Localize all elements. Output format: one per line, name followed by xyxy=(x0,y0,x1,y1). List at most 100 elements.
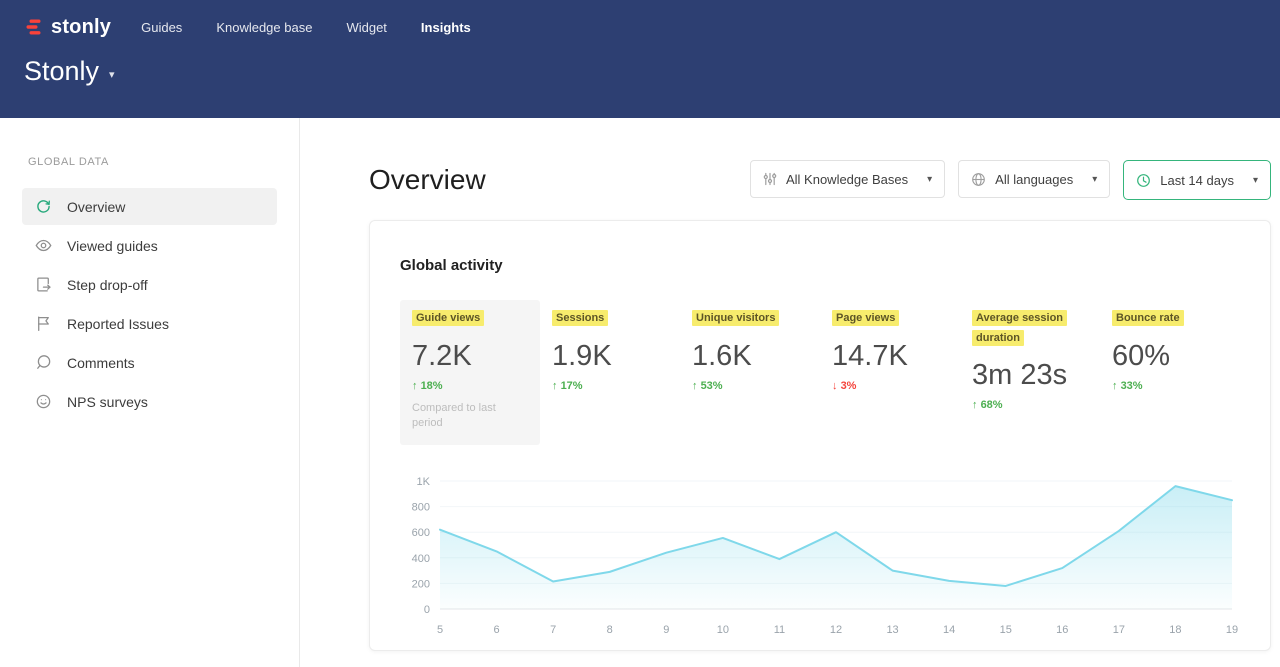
metric-label: Page views xyxy=(832,310,899,326)
metric-value: 60% xyxy=(1112,340,1228,373)
chevron-down-icon[interactable]: ▾ xyxy=(109,68,115,81)
metric-note: Compared to last period xyxy=(412,401,502,432)
svg-text:11: 11 xyxy=(774,624,785,636)
trend-arrow-icon: ↑ xyxy=(1112,380,1118,392)
svg-text:16: 16 xyxy=(1056,624,1068,636)
sidebar: GLOBAL DATA Overview Viewed guides xyxy=(0,118,300,667)
language-filter[interactable]: All languages ▾ xyxy=(958,160,1110,198)
sidebar-item-overview[interactable]: Overview xyxy=(22,188,277,225)
sidebar-item-label: Viewed guides xyxy=(67,238,158,254)
svg-text:6: 6 xyxy=(494,624,500,636)
sidebar-item-viewed-guides[interactable]: Viewed guides xyxy=(22,227,277,264)
nav-insights[interactable]: Insights xyxy=(419,14,473,41)
top-bar: stonly Guides Knowledge base Widget Insi… xyxy=(0,0,1280,118)
sidebar-item-nps-surveys[interactable]: NPS surveys xyxy=(22,383,277,420)
svg-text:0: 0 xyxy=(424,604,430,616)
metric-guide-views[interactable]: Guide views 7.2K ↑ 18% Compared to last … xyxy=(400,300,540,445)
main-content: Overview All Knowledge Bases ▾ xyxy=(300,118,1280,667)
metric-change: ↑ 17% xyxy=(552,380,668,392)
trend-arrow-icon: ↑ xyxy=(972,399,978,411)
card-title: Global activity xyxy=(400,257,1240,274)
nav-guides[interactable]: Guides xyxy=(139,14,184,41)
svg-text:600: 600 xyxy=(412,528,430,540)
global-activity-card: Global activity Guide views 7.2K ↑ 18% C… xyxy=(369,220,1271,651)
metric-average-session-duration[interactable]: Average session duration 3m 23s ↑ 68% xyxy=(960,300,1100,445)
sidebar-item-label: NPS surveys xyxy=(67,394,148,410)
chevron-down-icon: ▾ xyxy=(1092,174,1097,185)
trend-arrow-icon: ↑ xyxy=(412,380,418,392)
global-activity-chart: 02004006008001K5678910111213141516171819 xyxy=(400,465,1240,642)
metric-value: 7.2K xyxy=(412,340,528,373)
primary-navigation: Guides Knowledge base Widget Insights xyxy=(139,14,503,41)
metric-page-views[interactable]: Page views 14.7K ↓ 3% xyxy=(820,300,960,445)
nav-widget[interactable]: Widget xyxy=(344,14,388,41)
smiley-icon xyxy=(35,393,52,410)
metric-label: Guide views xyxy=(412,310,484,326)
sidebar-item-label: Overview xyxy=(67,199,125,215)
stonly-logo-text: stonly xyxy=(51,16,111,39)
sidebar-section-label: GLOBAL DATA xyxy=(28,156,277,168)
globe-icon xyxy=(971,172,986,187)
metric-change: ↓ 3% xyxy=(832,380,948,392)
svg-text:9: 9 xyxy=(663,624,669,636)
sidebar-item-label: Step drop-off xyxy=(67,277,148,293)
svg-text:8: 8 xyxy=(607,624,613,636)
svg-text:15: 15 xyxy=(1000,624,1012,636)
overview-refresh-icon xyxy=(35,198,52,215)
step-dropoff-icon xyxy=(35,276,52,293)
sidebar-item-step-drop-off[interactable]: Step drop-off xyxy=(22,266,277,303)
sidebar-item-label: Comments xyxy=(67,355,135,371)
sliders-icon xyxy=(763,172,777,186)
metric-change: ↑ 33% xyxy=(1112,380,1228,392)
metric-label: Bounce rate xyxy=(1112,310,1184,326)
metric-label: Sessions xyxy=(552,310,608,326)
metric-value: 1.6K xyxy=(692,340,808,373)
date-range-filter-value: Last 14 days xyxy=(1160,173,1234,188)
svg-text:10: 10 xyxy=(717,624,729,636)
trend-arrow-icon: ↑ xyxy=(692,380,698,392)
page-title: Overview xyxy=(369,164,486,196)
svg-text:200: 200 xyxy=(412,579,430,591)
svg-text:1K: 1K xyxy=(417,476,431,488)
trend-arrow-icon: ↑ xyxy=(552,380,558,392)
nav-knowledge-base[interactable]: Knowledge base xyxy=(214,14,314,41)
chevron-down-icon: ▾ xyxy=(1253,175,1258,186)
metric-value: 1.9K xyxy=(552,340,668,373)
knowledge-base-filter-value: All Knowledge Bases xyxy=(786,172,908,187)
svg-text:18: 18 xyxy=(1169,624,1181,636)
svg-text:5: 5 xyxy=(437,624,443,636)
sidebar-item-reported-issues[interactable]: Reported Issues xyxy=(22,305,277,342)
chevron-down-icon: ▾ xyxy=(927,174,932,185)
sidebar-item-label: Reported Issues xyxy=(67,316,169,332)
flag-icon xyxy=(35,315,52,332)
svg-text:7: 7 xyxy=(550,624,556,636)
filters-bar: All Knowledge Bases ▾ All languages ▾ xyxy=(750,160,1271,200)
metric-unique-visitors[interactable]: Unique visitors 1.6K ↑ 53% xyxy=(680,300,820,445)
metrics-row: Guide views 7.2K ↑ 18% Compared to last … xyxy=(400,300,1240,445)
metric-value: 3m 23s xyxy=(972,359,1088,392)
metric-change: ↑ 68% xyxy=(972,399,1088,411)
svg-text:14: 14 xyxy=(943,624,955,636)
comments-icon xyxy=(35,354,52,371)
metric-label: Average session duration xyxy=(972,310,1067,346)
sidebar-item-comments[interactable]: Comments xyxy=(22,344,277,381)
stonly-logo[interactable]: stonly xyxy=(24,16,111,39)
metric-change: ↑ 53% xyxy=(692,380,808,392)
workspace-title[interactable]: Stonly xyxy=(24,56,99,87)
svg-text:12: 12 xyxy=(830,624,842,636)
metric-change: ↑ 18% xyxy=(412,380,528,392)
svg-text:800: 800 xyxy=(412,502,430,514)
metric-value: 14.7K xyxy=(832,340,948,373)
metric-bounce-rate[interactable]: Bounce rate 60% ↑ 33% xyxy=(1100,300,1240,445)
metric-label: Unique visitors xyxy=(692,310,779,326)
knowledge-base-filter[interactable]: All Knowledge Bases ▾ xyxy=(750,160,945,198)
trend-arrow-icon: ↓ xyxy=(832,380,838,392)
svg-text:400: 400 xyxy=(412,553,430,565)
svg-text:17: 17 xyxy=(1113,624,1125,636)
stonly-logo-icon xyxy=(24,17,44,37)
clock-icon xyxy=(1136,173,1151,188)
eye-icon xyxy=(35,237,52,254)
metric-sessions[interactable]: Sessions 1.9K ↑ 17% xyxy=(540,300,680,445)
language-filter-value: All languages xyxy=(995,172,1073,187)
date-range-filter[interactable]: Last 14 days ▾ xyxy=(1123,160,1271,200)
